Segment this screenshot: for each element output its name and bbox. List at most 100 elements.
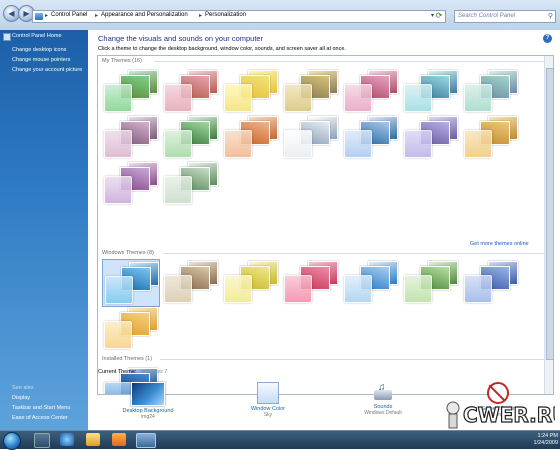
- back-arrow-icon: ◀: [8, 9, 15, 18]
- window-color-option[interactable]: Window Color Sky: [238, 382, 298, 418]
- my-theme-item[interactable]: [102, 160, 158, 206]
- search-icon[interactable]: ⚲: [548, 12, 553, 20]
- breadcrumb-separator-icon: ▸: [199, 13, 203, 19]
- my-theme-item[interactable]: [342, 68, 398, 114]
- address-toolbar: ◀ ▶ ▸ Control Panel ▸ Appearance and Per…: [0, 0, 560, 31]
- page-description: Click a theme to change the desktop back…: [98, 46, 346, 52]
- windows-theme-item[interactable]: [342, 259, 398, 305]
- my-theme-item[interactable]: [402, 114, 458, 160]
- desktop-background-icon: [131, 382, 165, 406]
- watermark-text: CWER.RU: [463, 403, 555, 427]
- theme-color-swatch: [105, 276, 133, 304]
- section-divider: [164, 253, 544, 254]
- display-link[interactable]: Display: [12, 395, 30, 401]
- section-divider: [160, 359, 544, 360]
- sounds-icon: ♫: [372, 382, 394, 402]
- get-more-themes-link[interactable]: Get more themes online: [470, 241, 529, 247]
- windows-theme-item[interactable]: [102, 305, 158, 351]
- installed-themes-heading: Installed Themes (1): [102, 356, 153, 362]
- theme-color-swatch: [344, 275, 372, 303]
- my-theme-item[interactable]: [162, 68, 218, 114]
- my-theme-item[interactable]: [162, 114, 218, 160]
- theme-color-swatch: [404, 275, 432, 303]
- windows-theme-item[interactable]: [102, 259, 160, 307]
- theme-color-swatch: [344, 84, 372, 112]
- breadcrumb-appearance[interactable]: Appearance and Personalization: [101, 12, 188, 18]
- theme-color-swatch: [104, 84, 132, 112]
- system-clock[interactable]: 1:24 PM 1/24/2009: [520, 433, 558, 447]
- theme-color-swatch: [404, 130, 432, 158]
- show-desktop-icon[interactable]: [34, 433, 50, 448]
- internet-explorer-icon[interactable]: [60, 433, 74, 446]
- task-pane: Control Panel Home Change desktop icons …: [0, 30, 88, 430]
- theme-color-swatch: [284, 275, 312, 303]
- sounds-value: Windows Default: [364, 410, 402, 416]
- ease-of-access-link[interactable]: Ease of Access Center: [12, 415, 68, 421]
- section-divider: [154, 61, 544, 62]
- my-theme-item[interactable]: [102, 68, 158, 114]
- theme-color-swatch: [284, 130, 312, 158]
- theme-color-swatch: [464, 84, 492, 112]
- start-button[interactable]: [3, 432, 21, 450]
- see-also-heading: See also: [12, 385, 34, 391]
- theme-color-swatch: [224, 275, 252, 303]
- windows-theme-item[interactable]: [462, 259, 518, 305]
- current-theme: Current Theme: Windows 7: [98, 369, 167, 375]
- breadcrumb-personalization[interactable]: Personalization: [205, 12, 246, 18]
- explorer-folder-icon[interactable]: [86, 433, 100, 446]
- scrollbar-thumb[interactable]: [546, 68, 553, 360]
- theme-color-swatch: [104, 130, 132, 158]
- window-color-icon: [257, 382, 279, 404]
- current-theme-label: Current Theme:: [98, 369, 137, 375]
- windows-theme-item[interactable]: [162, 259, 218, 305]
- my-theme-item[interactable]: [102, 114, 158, 160]
- search-input[interactable]: Search Control Panel ⚲: [454, 10, 556, 23]
- windows-theme-item[interactable]: [222, 259, 278, 305]
- my-theme-item[interactable]: [222, 114, 278, 160]
- clock-time: 1:24 PM: [537, 433, 558, 439]
- windows-theme-item[interactable]: [282, 259, 338, 305]
- personalization-window: ? Change the visuals and sounds on your …: [88, 30, 560, 430]
- taskbar-start-menu-link[interactable]: Taskbar and Start Menu: [12, 405, 70, 411]
- my-theme-item[interactable]: [282, 68, 338, 114]
- vertical-scrollbar[interactable]: [544, 56, 553, 394]
- change-account-picture-link[interactable]: Change your account picture: [12, 67, 82, 73]
- help-icon[interactable]: ?: [543, 34, 552, 43]
- media-player-icon[interactable]: [112, 433, 126, 446]
- my-theme-item[interactable]: [462, 68, 518, 114]
- desktop-background-option[interactable]: Desktop Background img24: [118, 382, 178, 420]
- breadcrumb-control-panel[interactable]: Control Panel: [51, 12, 87, 18]
- theme-color-swatch: [284, 84, 312, 112]
- theme-color-swatch: [164, 84, 192, 112]
- theme-color-swatch: [104, 321, 132, 349]
- control-panel-task-icon[interactable]: [136, 433, 156, 448]
- search-placeholder: Search Control Panel: [458, 13, 516, 19]
- theme-color-swatch: [104, 176, 132, 204]
- theme-color-swatch: [464, 275, 492, 303]
- theme-color-swatch: [404, 84, 432, 112]
- windows-themes-heading: Windows Themes (8): [102, 250, 154, 256]
- control-panel-home-icon: [3, 33, 11, 41]
- theme-color-swatch: [464, 130, 492, 158]
- page-title: Change the visuals and sounds on your co…: [98, 34, 264, 43]
- change-desktop-icons-link[interactable]: Change desktop icons: [12, 47, 66, 53]
- control-panel-icon: [35, 13, 43, 20]
- my-theme-item[interactable]: [222, 68, 278, 114]
- change-mouse-pointers-link[interactable]: Change mouse pointers: [12, 57, 70, 63]
- theme-color-swatch: [164, 176, 192, 204]
- taskbar: 1:24 PM 1/24/2009: [0, 430, 560, 450]
- theme-color-swatch: [224, 84, 252, 112]
- my-theme-item[interactable]: [402, 68, 458, 114]
- windows-theme-item[interactable]: [402, 259, 458, 305]
- breadcrumb-separator-icon: ▸: [45, 13, 49, 19]
- window-color-value: Sky: [263, 412, 273, 418]
- my-theme-item[interactable]: [162, 160, 218, 206]
- sounds-option[interactable]: ♫ Sounds Windows Default: [353, 382, 413, 416]
- address-bar[interactable]: ▸ Control Panel ▸ Appearance and Persona…: [32, 10, 446, 23]
- my-theme-item[interactable]: [462, 114, 518, 160]
- control-panel-home-link[interactable]: Control Panel Home: [12, 33, 62, 39]
- my-theme-item[interactable]: [342, 114, 398, 160]
- refresh-icon[interactable]: ⟳: [434, 10, 444, 21]
- my-theme-item[interactable]: [282, 114, 338, 160]
- cwer-watermark: CWER.RU: [446, 401, 555, 429]
